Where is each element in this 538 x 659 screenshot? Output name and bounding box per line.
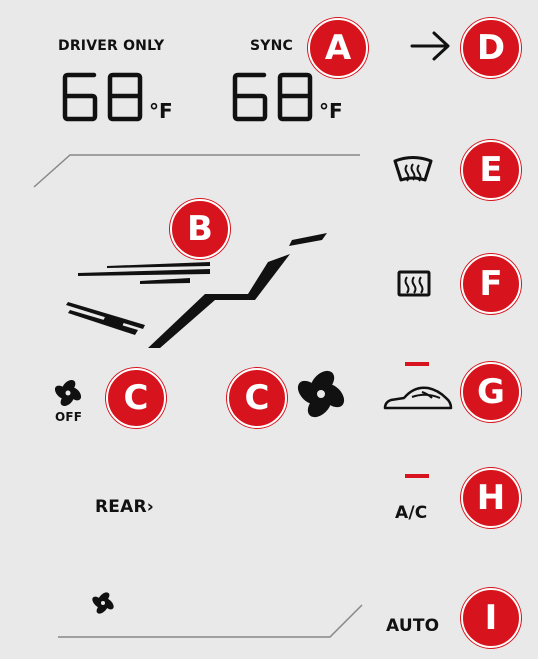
auto-button[interactable]: AUTO	[386, 616, 439, 636]
airflow-seat-icon	[66, 233, 327, 348]
rear-label: REAR	[95, 497, 147, 517]
rear-fan-icon[interactable]	[92, 592, 114, 614]
recirculation-indicator	[405, 362, 429, 366]
badge-c-right: C	[227, 368, 287, 428]
badge-d: D	[461, 18, 521, 78]
ac-indicator	[405, 474, 429, 478]
badge-g: G	[461, 362, 521, 422]
fan-off-label: OFF	[55, 410, 83, 424]
badge-a: A	[308, 18, 368, 78]
rear-button[interactable]: REAR›	[95, 497, 154, 517]
badge-f: F	[461, 254, 521, 314]
rear-defrost-icon[interactable]	[397, 270, 431, 298]
fan-icon[interactable]	[297, 370, 345, 418]
badge-b: B	[170, 199, 230, 259]
fan-off-icon[interactable]	[54, 379, 82, 407]
chevron-right-icon: ›	[146, 497, 154, 517]
badge-h: H	[461, 468, 521, 528]
recirculation-car-icon[interactable]	[382, 380, 454, 416]
ac-button[interactable]: A/C	[395, 503, 427, 523]
badge-i: I	[461, 588, 521, 648]
badge-c-left: C	[106, 368, 166, 428]
badge-e: E	[461, 140, 521, 200]
windshield-defrost-icon[interactable]	[392, 155, 434, 185]
